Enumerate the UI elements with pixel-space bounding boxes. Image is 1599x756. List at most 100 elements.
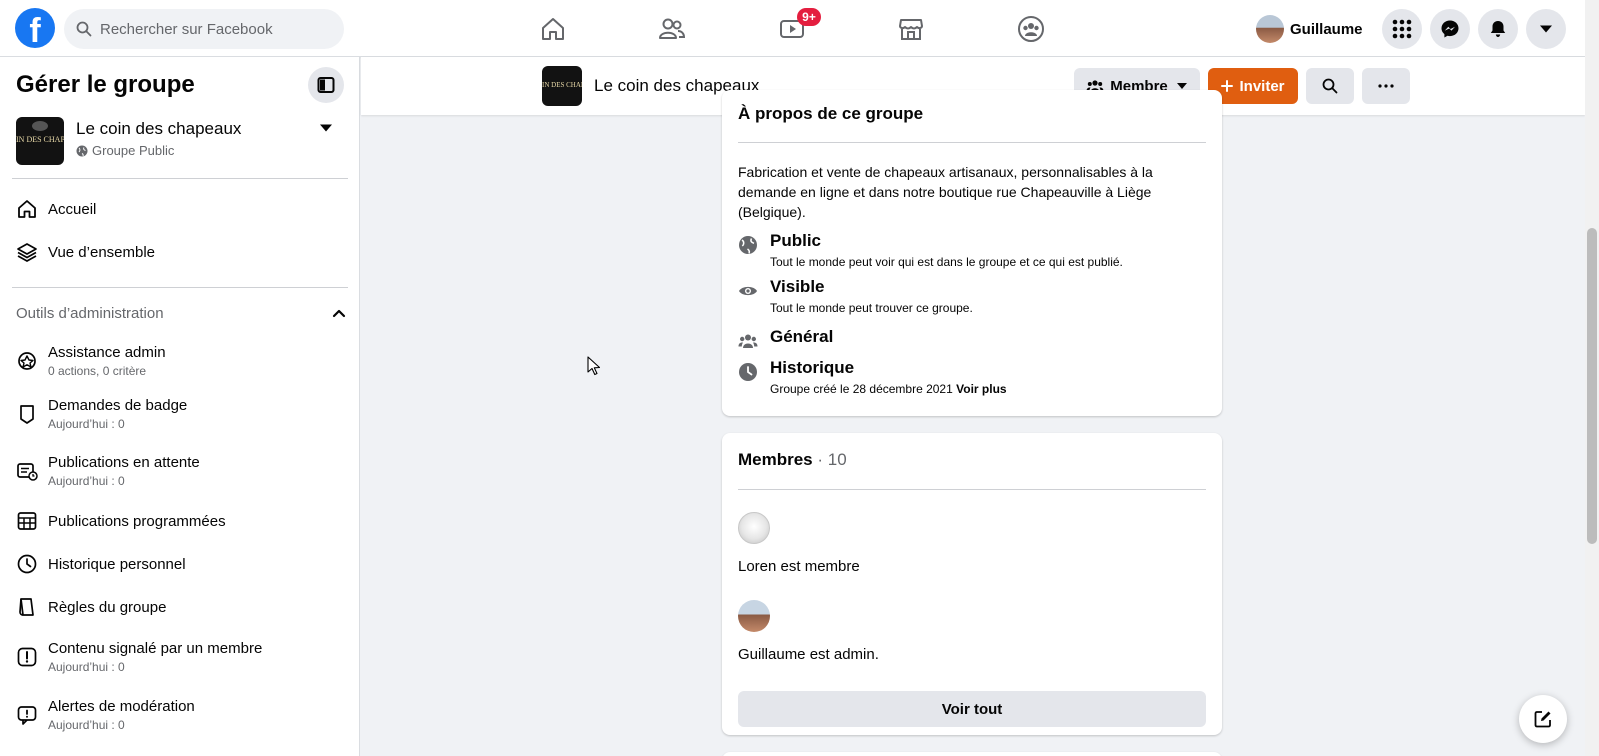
avatar[interactable] xyxy=(738,600,770,632)
card-divider xyxy=(738,489,1206,490)
friends-icon xyxy=(659,18,686,39)
search-icon xyxy=(1322,78,1338,94)
search-box[interactable] xyxy=(64,9,344,49)
new-message-button[interactable] xyxy=(1519,695,1567,743)
group-type-label: Groupe Public xyxy=(92,143,175,158)
menu-grid-icon xyxy=(1392,19,1412,39)
members-title: Membres xyxy=(738,450,813,469)
nav-tab-groups[interactable] xyxy=(976,6,1086,52)
history-text: Groupe créé le 28 décembre 2021 xyxy=(770,382,953,396)
scroll-thumb[interactable] xyxy=(1587,228,1597,544)
sidebar-item-reported-content[interactable]: Contenu signalé par un membre Aujourd’hui… xyxy=(16,635,346,679)
sidebar-item-admin-assist[interactable]: Assistance admin 0 actions, 0 critère xyxy=(16,339,346,383)
clock-icon xyxy=(738,362,758,382)
sidebar-title: Gérer le groupe xyxy=(16,71,195,98)
group-thumbnail-text: IN DES CHAP xyxy=(542,81,582,89)
more-icon xyxy=(1378,84,1394,88)
group-type: Groupe Public xyxy=(76,143,174,158)
nav-tab-friends[interactable] xyxy=(617,6,727,52)
info-subtitle: Tout le monde peut voir qui est dans le … xyxy=(770,255,1123,269)
sidebar-item-sublabel: Aujourd’hui : 0 xyxy=(48,718,125,732)
sidebar-item-label: Publications en attente xyxy=(48,454,200,471)
account-caret-icon xyxy=(1540,25,1552,33)
group-name: Le coin des chapeaux xyxy=(76,119,242,138)
watch-notification-badge: 9+ xyxy=(797,8,821,26)
sidebar-item-overview[interactable]: Vue d’ensemble xyxy=(16,232,346,272)
globe-icon xyxy=(76,145,88,156)
notifications-icon xyxy=(1490,21,1506,37)
group-switch-caret-icon[interactable] xyxy=(319,123,333,133)
avatar xyxy=(1256,15,1284,43)
invite-button-label: Inviter xyxy=(1239,77,1285,95)
page-scrollbar[interactable] xyxy=(1585,0,1599,756)
info-row-visible: Visible Tout le monde peut trouver ce gr… xyxy=(738,277,1206,321)
members-card: Membres · 10 Loren est membre Guillaume … xyxy=(722,433,1222,735)
sidebar-divider xyxy=(12,287,348,288)
avatar[interactable] xyxy=(738,512,770,544)
people-icon xyxy=(738,331,758,351)
messenger-button[interactable] xyxy=(1430,9,1470,49)
search-input[interactable] xyxy=(100,20,320,38)
manage-group-sidebar: Gérer le groupe IN DES CHAP Le coin des … xyxy=(0,57,360,756)
group-thumbnail: IN DES CHAP xyxy=(16,117,64,165)
sidebar-item-label: Contenu signalé par un membre xyxy=(48,640,263,657)
sidebar-item-group-rules[interactable]: Règles du groupe xyxy=(16,587,346,627)
see-all-button[interactable]: Voir tout xyxy=(738,691,1206,727)
members-header[interactable]: Membres · 10 xyxy=(738,450,847,470)
clock-icon xyxy=(16,553,38,575)
sidebar-item-scheduled-posts[interactable]: Publications programmées xyxy=(16,501,346,541)
globe-icon xyxy=(738,235,758,255)
compose-icon xyxy=(1534,711,1551,728)
sidebar-item-label: Règles du groupe xyxy=(48,598,167,616)
home-icon xyxy=(16,198,38,220)
members-count: · 10 xyxy=(817,450,847,469)
info-title: Public xyxy=(770,231,822,250)
moderation-alert-icon xyxy=(16,704,38,726)
groups-icon xyxy=(1018,16,1044,42)
notifications-button[interactable] xyxy=(1478,9,1518,49)
sidebar-item-label: Demandes de badge xyxy=(48,397,188,414)
see-more-link[interactable]: Voir plus xyxy=(956,382,1006,396)
info-subtitle: Tout le monde peut trouver ce groupe. xyxy=(770,301,973,315)
sidebar-item-accueil[interactable]: Accueil xyxy=(16,189,346,229)
rules-book-icon xyxy=(16,596,38,618)
sidebar-item-moderation-alerts[interactable]: Alertes de modération Aujourd’hui : 0 xyxy=(16,693,346,737)
group-thumbnail[interactable]: IN DES CHAP xyxy=(542,66,582,106)
home-icon xyxy=(542,18,564,40)
info-title: Visible xyxy=(770,277,825,296)
menu-button[interactable] xyxy=(1382,9,1422,49)
more-options-button[interactable] xyxy=(1362,68,1410,104)
group-search-button[interactable] xyxy=(1306,68,1354,104)
account-menu-button[interactable] xyxy=(1526,9,1566,49)
card-divider xyxy=(738,142,1206,143)
sidebar-item-sublabel: Aujourd’hui : 0 xyxy=(48,660,125,674)
info-row-public: Public Tout le monde peut voir qui est d… xyxy=(738,231,1206,275)
nav-tab-marketplace[interactable] xyxy=(856,6,966,52)
calendar-grid-icon xyxy=(16,510,38,532)
member-entry: Loren est membre xyxy=(738,558,860,575)
sidebar-item-label: Assistance admin xyxy=(48,344,166,361)
sidebar-item-sublabel: Aujourd’hui : 0 xyxy=(48,417,125,431)
facebook-logo[interactable]: f xyxy=(15,8,55,48)
admin-tools-section-header[interactable]: Outils d’administration xyxy=(16,301,346,325)
sidebar-item-label: Accueil xyxy=(48,200,97,218)
group-selector[interactable]: IN DES CHAP Le coin des chapeaux Groupe … xyxy=(16,117,344,165)
admin-assist-icon xyxy=(16,350,38,372)
about-header: À propos de ce groupe xyxy=(738,104,924,123)
top-navigation-bar: f 9+ Guillaume xyxy=(0,0,1585,57)
info-title: Général xyxy=(770,327,834,346)
alert-icon xyxy=(16,646,38,668)
badge-icon xyxy=(16,403,38,425)
member-entry: Guillaume est admin. xyxy=(738,646,879,663)
sidebar-item-badge-requests[interactable]: Demandes de badge Aujourd’hui : 0 xyxy=(16,392,346,436)
profile-shortcut[interactable]: Guillaume xyxy=(1256,13,1363,45)
plus-icon xyxy=(1221,80,1234,92)
nav-tab-home[interactable] xyxy=(498,6,608,52)
sidebar-item-activity-log[interactable]: Historique personnel xyxy=(16,544,346,584)
nav-tab-watch[interactable]: 9+ xyxy=(737,6,847,52)
info-row-history: Historique Groupe créé le 28 décembre 20… xyxy=(738,358,1206,402)
sidebar-item-pending-posts[interactable]: Publications en attente Aujourd’hui : 0 xyxy=(16,449,346,493)
sidebar-item-label: Publications programmées xyxy=(48,512,226,530)
collapse-sidebar-button[interactable] xyxy=(308,67,344,103)
layers-icon xyxy=(16,241,38,263)
